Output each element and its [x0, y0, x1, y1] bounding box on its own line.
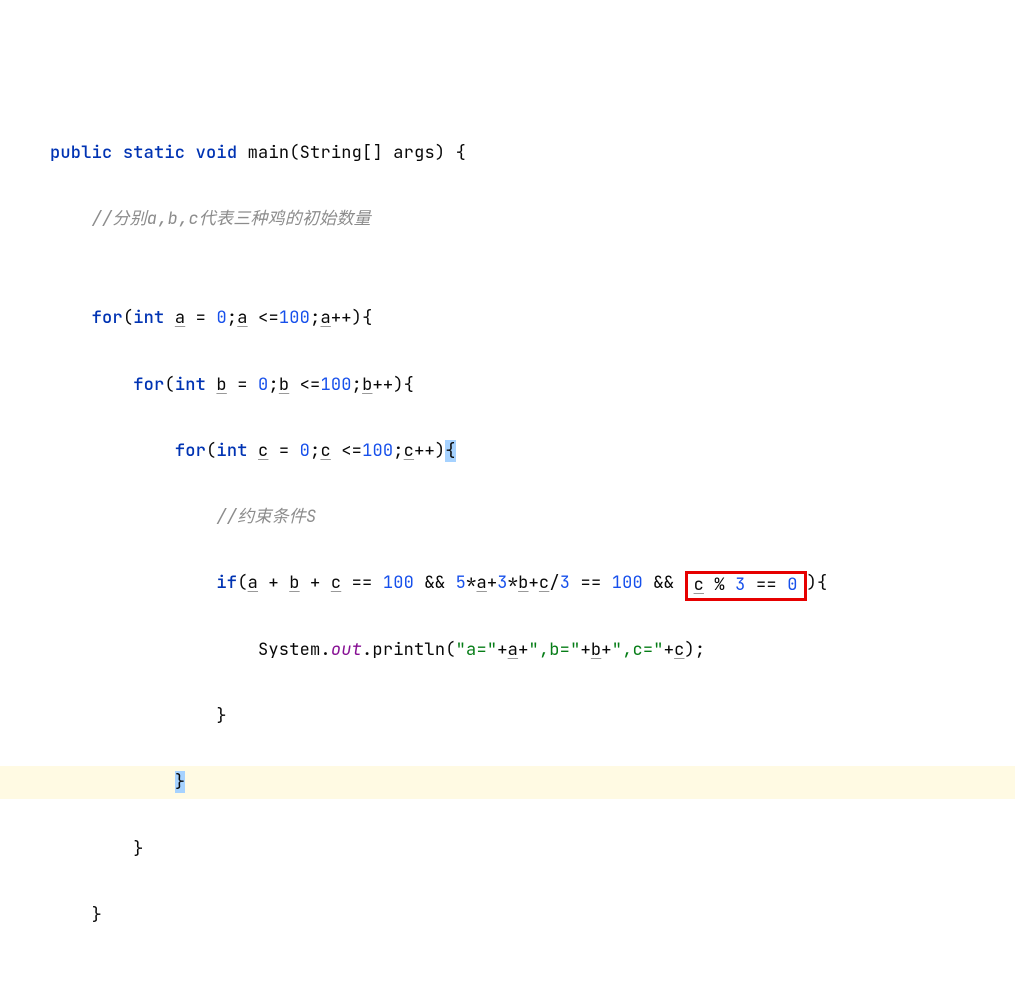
code-line-9: System.out.println("a="+a+",b="+b+",c="+… — [0, 634, 1015, 667]
num-5: 5 — [456, 572, 466, 594]
var-a: a — [508, 639, 518, 661]
keyword-for: for — [175, 440, 206, 462]
comment: //约束条件S — [216, 506, 316, 528]
eq-op: == — [570, 572, 612, 594]
var-a: a — [248, 572, 258, 594]
comment: //分别a,b,c代表三种鸡的初始数量 — [92, 208, 371, 230]
keyword-public: public — [50, 142, 112, 164]
eq-op: == — [341, 572, 383, 594]
string: "a=" — [456, 639, 498, 661]
code-line-13: } — [0, 899, 1015, 932]
var-a: a — [476, 572, 486, 594]
close-brace: } — [92, 904, 102, 926]
num-3: 3 — [497, 572, 507, 594]
num-100: 100 — [612, 572, 643, 594]
num-3: 3 — [560, 572, 570, 594]
var-c: c — [694, 574, 704, 596]
selection-brace: { — [445, 440, 455, 462]
class-system: System — [258, 639, 320, 661]
code-line-10: } — [0, 700, 1015, 733]
and-op: && — [414, 572, 456, 594]
num-0: 0 — [216, 307, 226, 329]
plus-op: + — [497, 639, 507, 661]
times-op: * — [508, 572, 518, 594]
field-out: out — [331, 639, 362, 661]
keyword-void: void — [196, 142, 238, 164]
var-b: b — [216, 374, 226, 396]
param-name: args — [393, 142, 435, 164]
num-0: 0 — [258, 374, 268, 396]
num-0: 0 — [787, 574, 797, 596]
code-line-6: for(int c = 0;c <=100;c++){ — [0, 435, 1015, 468]
plus-op: + — [258, 572, 289, 594]
var-b: b — [289, 572, 299, 594]
num-100: 100 — [383, 572, 414, 594]
code-line-12: } — [0, 833, 1015, 866]
var-a: a — [320, 307, 330, 329]
keyword-for: for — [133, 374, 164, 396]
keyword-int: int — [216, 440, 247, 462]
num-0: 0 — [300, 440, 310, 462]
div-op: / — [549, 572, 559, 594]
plus-op: + — [300, 572, 331, 594]
code-line-2: //分别a,b,c代表三种鸡的初始数量 — [0, 203, 1015, 236]
keyword-if: if — [216, 572, 237, 594]
plus-op: + — [601, 639, 611, 661]
plus-op: + — [580, 639, 590, 661]
keyword-for: for — [92, 307, 123, 329]
code-line-1: public static void main(String[] args) { — [0, 137, 1015, 170]
code-line-5: for(int b = 0;b <=100;b++){ — [0, 369, 1015, 402]
dot: . — [320, 639, 330, 661]
code-line-8: if(a + b + c == 100 && 5*a+3*b+c/3 == 10… — [0, 567, 1015, 600]
eq-op: == — [746, 574, 788, 596]
keyword-int: int — [175, 374, 206, 396]
var-b: b — [279, 374, 289, 396]
var-b: b — [362, 374, 372, 396]
var-c: c — [539, 572, 549, 594]
num-100: 100 — [362, 440, 393, 462]
keyword-int: int — [133, 307, 164, 329]
var-b: b — [518, 572, 528, 594]
num-100: 100 — [279, 307, 310, 329]
num-100: 100 — [320, 374, 351, 396]
plus-op: + — [664, 639, 674, 661]
close-brace: } — [216, 705, 226, 727]
times-op: * — [466, 572, 476, 594]
var-c: c — [320, 440, 330, 462]
var-c: c — [258, 440, 268, 462]
highlighted-condition: c % 3 == 0 — [685, 571, 807, 601]
param-type: String[] — [300, 142, 383, 164]
plus-op: + — [518, 639, 528, 661]
and-op: && — [643, 572, 685, 594]
string: ",b=" — [528, 639, 580, 661]
var-b: b — [591, 639, 601, 661]
var-c: c — [331, 572, 341, 594]
mod-op: % — [704, 574, 735, 596]
method-println: println — [372, 639, 445, 661]
var-c: c — [404, 440, 414, 462]
code-line-11[interactable]: } — [0, 766, 1015, 799]
paren-brace: ) { — [435, 142, 466, 164]
method-name: main — [248, 142, 290, 164]
num-3: 3 — [735, 574, 745, 596]
close-brace: } — [133, 838, 143, 860]
code-line-15: } — [0, 998, 1015, 1000]
code-line-4: for(int a = 0;a <=100;a++){ — [0, 302, 1015, 335]
keyword-static: static — [123, 142, 185, 164]
code-line-7: //约束条件S — [0, 501, 1015, 534]
selection-brace: } — [175, 771, 185, 793]
string: ",c=" — [612, 639, 664, 661]
var-a: a — [237, 307, 247, 329]
var-c: c — [674, 639, 684, 661]
dot: . — [362, 639, 372, 661]
var-a: a — [175, 307, 185, 329]
